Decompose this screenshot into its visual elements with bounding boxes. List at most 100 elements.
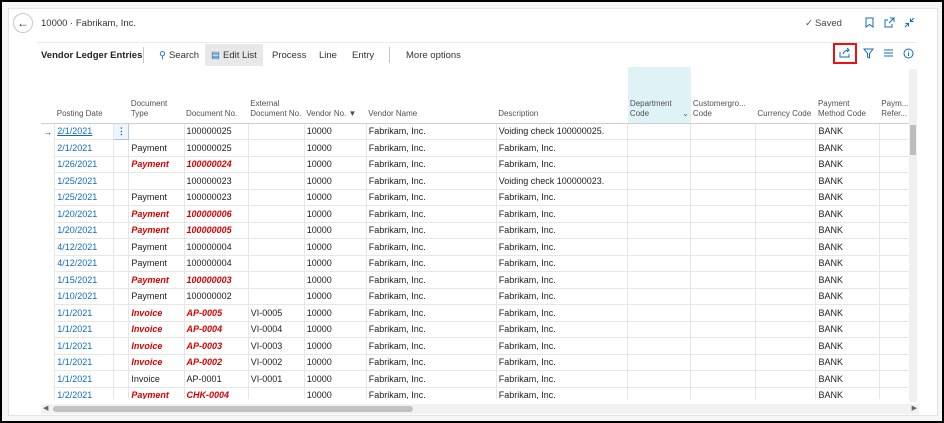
table-row[interactable]: 1/1/2021 Invoice AP-0003 VI-0003 10000 Fabrik… <box>41 337 911 355</box>
table-row[interactable]: 1/10/2021 Payment 100000002 10000 Fabrikam, … <box>41 287 911 305</box>
posting-date-cell[interactable]: 1/20/2021 <box>54 205 115 223</box>
share-button[interactable] <box>833 43 857 64</box>
chevron-down-icon[interactable]: ⌄ <box>682 109 689 119</box>
more-options-menu[interactable]: More options <box>406 50 461 61</box>
share-icon <box>839 47 851 61</box>
column-header-posting-date[interactable]: Posting Date <box>54 67 114 124</box>
customergroup-code-cell <box>690 304 756 322</box>
column-header-document-type[interactable]: Document Type <box>128 67 185 124</box>
open-new-window-icon[interactable] <box>884 17 895 31</box>
posting-date-cell[interactable]: 1/1/2021 <box>54 370 115 388</box>
table-row[interactable]: → 2/1/2021 ⋮ 100000025 10000 Fabrikam, Inc. Vo… <box>41 122 911 140</box>
row-action-cell <box>113 172 130 190</box>
column-header-department-code[interactable]: Department Code ⌄ <box>627 67 691 124</box>
posting-date-cell[interactable]: 4/12/2021 <box>54 254 115 272</box>
process-menu[interactable]: Process <box>272 50 306 61</box>
collapse-icon[interactable] <box>904 17 915 31</box>
document-no-cell: 100000004 <box>183 238 249 256</box>
entry-menu[interactable]: Entry <box>352 50 374 61</box>
posting-date-cell[interactable]: 1/1/2021 <box>54 304 115 322</box>
posting-date-cell[interactable]: 1/1/2021 <box>54 320 115 338</box>
table-row[interactable]: 1/25/2021 Payment 100000023 10000 Fabrikam, … <box>41 188 911 206</box>
row-actions-button[interactable]: ⋮ <box>113 122 130 140</box>
department-code-cell <box>627 320 692 338</box>
posting-date-cell[interactable]: 2/1/2021 <box>54 139 115 157</box>
table-row[interactable]: 4/12/2021 Payment 100000004 10000 Fabrikam, … <box>41 254 911 272</box>
table-row[interactable]: 1/20/2021 Payment 100000006 10000 Fabrikam, … <box>41 205 911 223</box>
column-header-payment-reference[interactable]: Paym... Refer... <box>879 67 911 124</box>
posting-date-cell[interactable]: 1/25/2021 <box>54 172 115 190</box>
column-header-vendor-name[interactable]: Vendor Name <box>366 67 497 124</box>
vendor-name-cell: Fabrikam, Inc. <box>365 221 497 239</box>
vendor-name-cell: Fabrikam, Inc. <box>365 172 497 190</box>
currency-code-cell <box>754 271 817 289</box>
customergroup-code-cell <box>690 386 756 399</box>
payment-reference-cell <box>878 155 911 173</box>
current-row-arrow-icon: → <box>43 126 53 137</box>
description-cell: Fabrikam, Inc. <box>495 386 629 399</box>
search-action[interactable]: ⚲ Search <box>159 50 199 61</box>
external-document-no-cell <box>247 287 305 305</box>
payment-method-code-cell: BANK <box>815 370 880 388</box>
filter-icon[interactable] <box>862 48 875 62</box>
vendor-no-label: Vendor No. <box>306 108 347 118</box>
table-row[interactable]: 1/25/2021 100000023 10000 Fabrikam, Inc. Voi… <box>41 172 911 190</box>
document-type-cell: Invoice <box>128 337 185 355</box>
column-header-description[interactable]: Description <box>496 67 628 124</box>
column-header-external-document-no[interactable]: External Document No. <box>248 67 305 124</box>
table-row[interactable]: 1/20/2021 Payment 100000005 10000 Fabrikam, … <box>41 221 911 239</box>
department-code-cell <box>627 304 692 322</box>
document-no-cell: 100000025 <box>183 139 249 157</box>
payment-reference-cell <box>878 353 911 371</box>
table-row[interactable]: 2/1/2021 Payment 100000025 10000 Fabrikam, I… <box>41 139 911 157</box>
table-row[interactable]: 4/12/2021 Payment 100000004 10000 Fabrikam, … <box>41 238 911 256</box>
column-header-document-no[interactable]: Document No. <box>184 67 249 124</box>
vertical-scrollbar[interactable] <box>909 69 917 402</box>
description-cell: Fabrikam, Inc. <box>495 304 629 322</box>
table-row[interactable]: 1/15/2021 Payment 100000003 10000 Fabrikam, … <box>41 271 911 289</box>
table-row[interactable]: 1/1/2021 Invoice AP-0004 VI-0004 10000 Fabrik… <box>41 320 911 338</box>
department-code-cell <box>627 205 692 223</box>
posting-date-cell[interactable]: 1/1/2021 <box>54 337 115 355</box>
scroll-right-icon[interactable]: ▶ <box>912 404 917 412</box>
vendor-no-cell: 10000 <box>303 172 367 190</box>
bookmark-icon[interactable] <box>865 17 874 31</box>
customergroup-code-cell <box>690 155 756 173</box>
column-header-customergroup-code[interactable]: Customergro... Code <box>690 67 756 124</box>
external-document-no-cell <box>247 221 305 239</box>
table-row[interactable]: 1/1/2021 Invoice AP-0005 VI-0005 10000 Fabrik… <box>41 304 911 322</box>
table-row[interactable]: 1/1/2021 Invoice AP-0002 VI-0002 10000 Fabrik… <box>41 353 911 371</box>
posting-date-cell[interactable]: 1/2/2021 <box>54 386 115 399</box>
payment-reference-cell <box>878 122 911 140</box>
posting-date-cell[interactable]: 1/20/2021 <box>54 221 115 239</box>
horizontal-scrollbar[interactable]: ◀ ▶ <box>41 404 919 414</box>
column-header-currency-code[interactable]: Currency Code <box>755 67 816 124</box>
column-header-action <box>113 67 129 124</box>
posting-date-cell[interactable]: 1/1/2021 <box>54 353 115 371</box>
column-header-vendor-no[interactable]: Vendor No. ▼ <box>304 67 367 124</box>
row-indicator <box>41 272 55 289</box>
table-row[interactable]: 1/2/2021 Payment CHK-0004 10000 Fabrikam, In… <box>41 386 911 399</box>
currency-code-cell <box>754 287 817 305</box>
document-type-cell: Payment <box>128 155 185 173</box>
info-icon[interactable] <box>903 48 914 62</box>
posting-date-cell[interactable]: 1/10/2021 <box>54 287 115 305</box>
column-header-payment-method-code[interactable]: Payment Method Code <box>815 67 880 124</box>
document-type-cell: Payment <box>128 287 185 305</box>
posting-date-cell[interactable]: 2/1/2021 <box>54 122 115 140</box>
back-button[interactable]: ← <box>13 13 33 33</box>
edit-list-action[interactable]: ▤ Edit List <box>205 44 263 66</box>
line-menu[interactable]: Line <box>319 50 337 61</box>
posting-date-cell[interactable]: 1/26/2021 <box>54 155 115 173</box>
table-row[interactable]: 1/26/2021 Payment 100000024 10000 Fabrikam, … <box>41 155 911 173</box>
scrollbar-thumb[interactable] <box>910 125 916 155</box>
list-view-icon[interactable] <box>883 48 894 62</box>
posting-date-cell[interactable]: 4/12/2021 <box>54 238 115 256</box>
description-cell: Fabrikam, Inc. <box>495 155 629 173</box>
posting-date-cell[interactable]: 1/25/2021 <box>54 188 115 206</box>
vendor-name-cell: Fabrikam, Inc. <box>365 139 497 157</box>
table-row[interactable]: 1/1/2021 Invoice AP-0001 VI-0001 10000 Fabrik… <box>41 370 911 388</box>
scrollbar-thumb[interactable] <box>53 406 413 412</box>
scroll-left-icon[interactable]: ◀ <box>43 404 48 412</box>
posting-date-cell[interactable]: 1/15/2021 <box>54 271 115 289</box>
